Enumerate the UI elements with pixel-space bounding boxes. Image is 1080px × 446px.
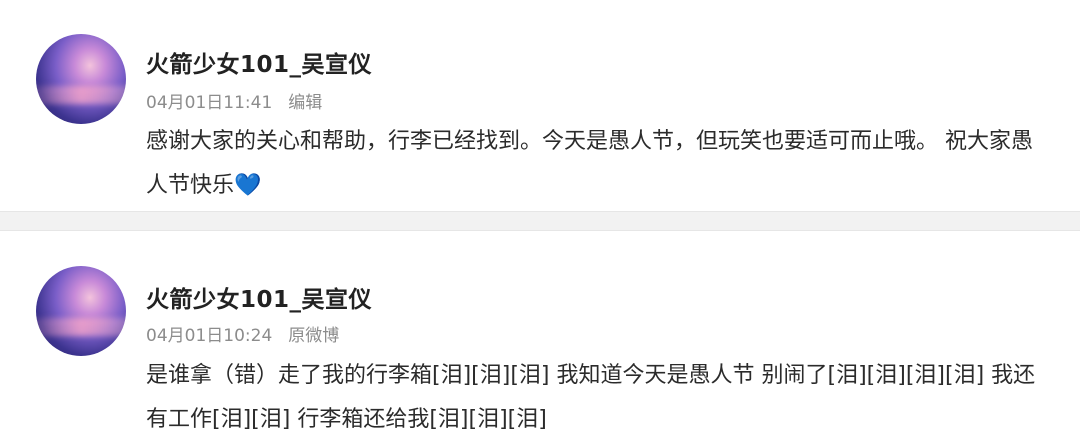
post-text: 是谁拿（错）走了我的行李箱[泪][泪][泪] 我知道今天是愚人节 别闹了[泪][… bbox=[146, 363, 1036, 432]
username[interactable]: 火箭少女101_吴宣仪 bbox=[146, 45, 372, 79]
post-content: 是谁拿（错）走了我的行李箱[泪][泪][泪] 我知道今天是愚人节 别闹了[泪][… bbox=[146, 354, 1036, 442]
post-content: 感谢大家的关心和帮助，行李已经找到。今天是愚人节，但玩笑也要适可而止哦。 祝大家… bbox=[146, 120, 1036, 208]
edit-link[interactable]: 编辑 bbox=[288, 93, 322, 113]
original-post-link[interactable]: 原微博 bbox=[288, 326, 339, 346]
avatar[interactable] bbox=[36, 266, 126, 356]
post-timestamp: 04月01日10:24 bbox=[146, 326, 273, 346]
post-card-1: 火箭少女101_吴宣仪 04月01日11:41 编辑 感谢大家的关心和帮助，行李已… bbox=[0, 0, 1080, 212]
avatar[interactable] bbox=[36, 34, 126, 124]
username[interactable]: 火箭少女101_吴宣仪 bbox=[146, 280, 372, 314]
post-text: 感谢大家的关心和帮助，行李已经找到。今天是愚人节，但玩笑也要适可而止哦。 祝大家… bbox=[146, 129, 1033, 198]
blue-heart-icon: 💙 bbox=[234, 173, 262, 198]
post-timestamp: 04月01日11:41 bbox=[146, 93, 273, 113]
post-meta: 04月01日10:24 原微博 bbox=[146, 321, 339, 346]
post-meta: 04月01日11:41 编辑 bbox=[146, 88, 322, 113]
